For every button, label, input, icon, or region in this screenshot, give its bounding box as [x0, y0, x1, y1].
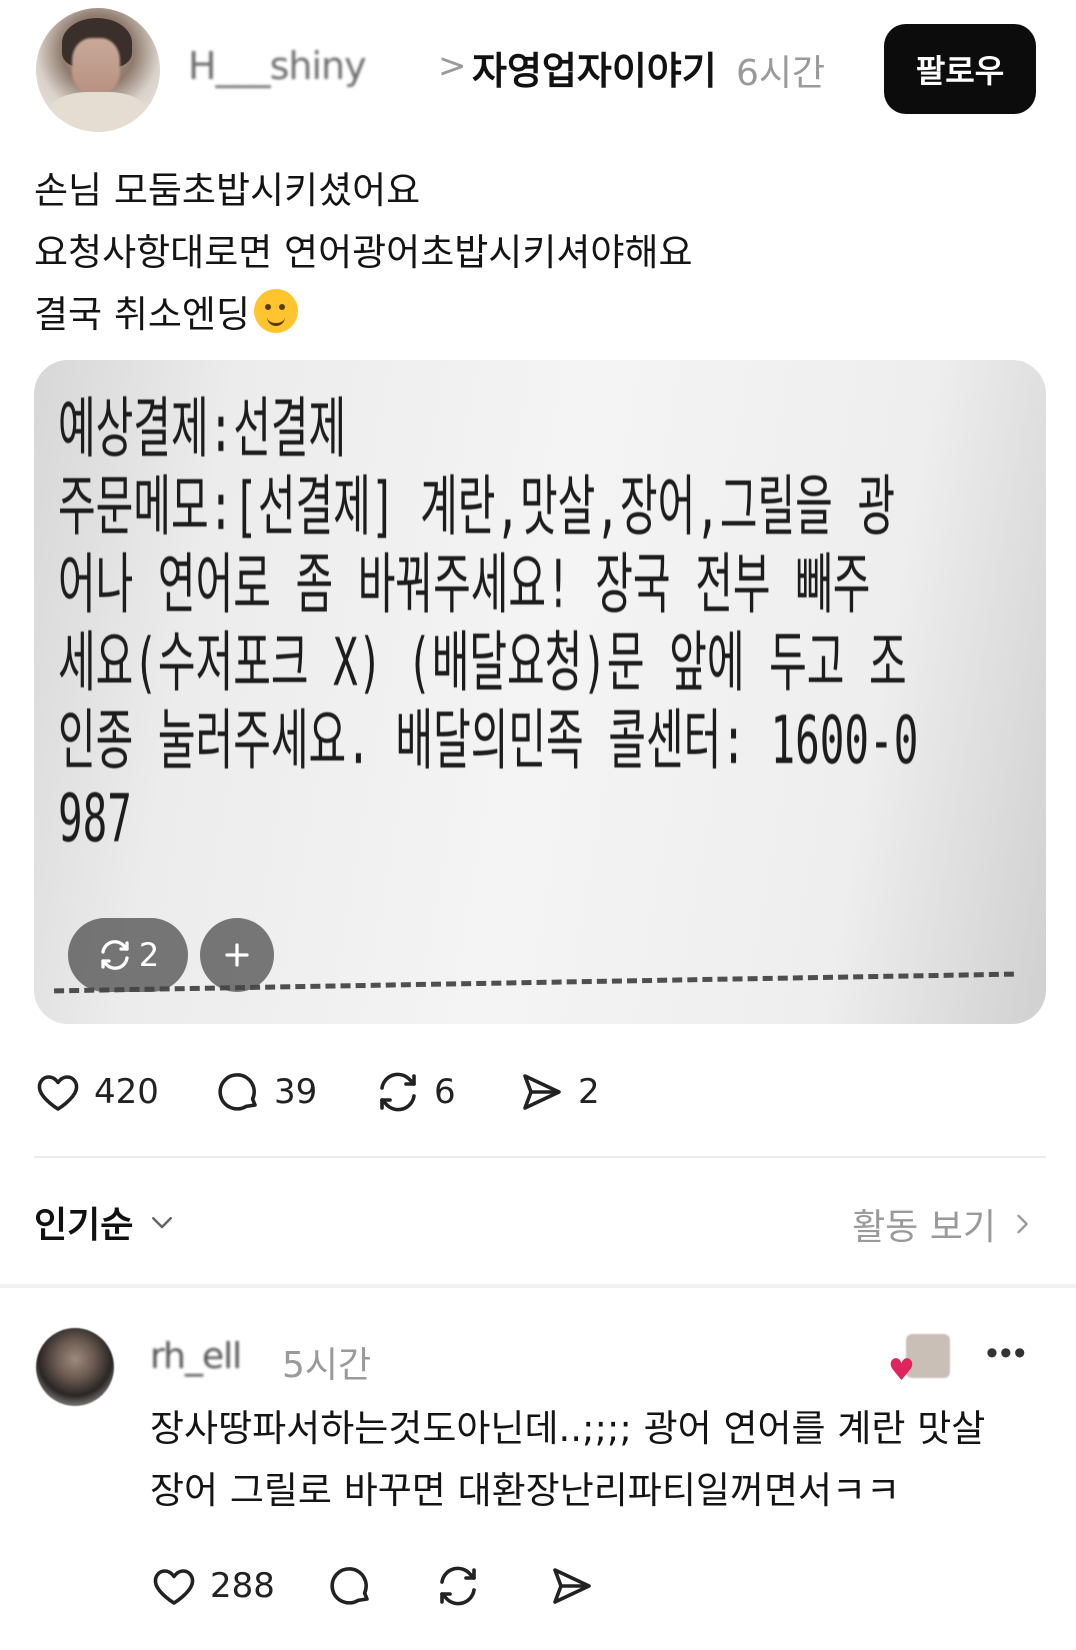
chevron-right-icon [1008, 1210, 1036, 1238]
divider [34, 1156, 1046, 1158]
follow-button[interactable]: 팔로우 [884, 24, 1036, 114]
post-text-line: 결국 취소엔딩 [34, 284, 1044, 346]
comment-actions: 288 [150, 1558, 750, 1614]
plus-icon [222, 940, 252, 970]
activity-label: 활동 보기 [852, 1207, 996, 1248]
post-time: 6시간 [736, 53, 826, 94]
receipt-tear-line [54, 971, 1014, 994]
repost-icon [374, 1068, 422, 1116]
repost-count: 6 [434, 1072, 456, 1112]
comment-body: 장사땅파서하는것도아닌데..;;;; 광어 연어를 계란 맛살 장어 그릴로 바… [150, 1398, 1050, 1522]
repost-icon [434, 1562, 482, 1610]
commenter-avatar[interactable] [36, 1328, 114, 1406]
receipt-line: 987 [58, 780, 132, 857]
topic-link[interactable]: 자영업자이야기 [472, 40, 717, 95]
send-icon [548, 1562, 596, 1610]
commenter-username[interactable]: rh_ell [150, 1336, 242, 1377]
post-header: H___shiny > 자영업자이야기 6시간 팔로우 [0, 0, 1076, 140]
receipt-line: 주문메모:[선결제] 계란,맛살,장어,그릴을 광 [58, 468, 896, 545]
comment-button[interactable]: 39 [214, 1064, 317, 1120]
image-add-button[interactable] [200, 918, 274, 992]
comment-reply-button[interactable] [326, 1558, 374, 1614]
melting-face-emoji-icon [254, 289, 299, 333]
post-actions: 420 39 6 2 [34, 1064, 734, 1120]
share-count: 2 [578, 1072, 600, 1112]
sort-dropdown[interactable]: 인기순 [34, 1196, 177, 1248]
section-divider [0, 1284, 1076, 1288]
chevron-down-icon [147, 1207, 177, 1237]
comment-time: 5시간 [282, 1345, 372, 1386]
image-counter-value: 2 [138, 936, 160, 974]
comment-bubble-icon [326, 1562, 374, 1610]
author-liked-badge: ♥ [888, 1334, 950, 1386]
breadcrumb-separator: > [438, 46, 467, 86]
receipt-line: 예상결제:선결제 [58, 390, 347, 467]
author-avatar[interactable] [36, 8, 160, 132]
repost-button[interactable]: 6 [374, 1064, 456, 1120]
comment-text-line: 장사땅파서하는것도아닌데..;;;; 광어 연어를 계란 맛살 [150, 1407, 986, 1450]
comment-repost-button[interactable] [434, 1558, 482, 1614]
share-button[interactable]: 2 [518, 1064, 600, 1120]
receipt-line: 어나 연어로 좀 바꿔주세요! 장국 전부 빼주 [58, 546, 871, 623]
comment-text-line: 장어 그릴로 바꾸면 대환장난리파티일꺼면서ㅋㅋ [150, 1469, 901, 1512]
more-options-button[interactable]: ••• [986, 1334, 1028, 1373]
receipt-line: 인종 눌러주세요. 배달의민족 콜센터: 1600-0 [58, 702, 919, 779]
author-username[interactable]: H___shiny [188, 44, 367, 88]
heart-filled-icon: ♥ [888, 1353, 915, 1388]
heart-icon [34, 1068, 82, 1116]
comment-like-button[interactable]: 288 [150, 1558, 275, 1614]
receipt-text: 예상결제:선결제 주문메모:[선결제] 계란,맛살,장어,그릴을 광 어나 연어… [58, 390, 918, 858]
heart-icon [150, 1562, 198, 1610]
post-text-line: 요청사항대로면 연어광어초밥시키셔야해요 [34, 231, 693, 274]
receipt-line: 세요(수저포크 X) (배달요청)문 앞에 두고 조 [58, 624, 907, 701]
comment-like-count: 288 [210, 1566, 275, 1606]
comment-count: 39 [274, 1072, 318, 1112]
like-count: 420 [94, 1072, 159, 1112]
image-repost-counter[interactable]: 2 [68, 918, 188, 992]
post-body: 손님 모둠초밥시키셨어요 요청사항대로면 연어광어초밥시키셔야해요 결국 취소엔… [34, 160, 1044, 346]
post-text-line: 손님 모둠초밥시키셨어요 [34, 169, 421, 212]
view-activity-link[interactable]: 활동 보기 [852, 1198, 1036, 1250]
send-icon [518, 1068, 566, 1116]
like-button[interactable]: 420 [34, 1064, 159, 1120]
post-image[interactable]: 예상결제:선결제 주문메모:[선결제] 계란,맛살,장어,그릴을 광 어나 연어… [34, 360, 1046, 1024]
comment-bubble-icon [214, 1068, 262, 1116]
repost-icon [97, 937, 133, 973]
sort-label: 인기순 [34, 1205, 134, 1246]
comment-share-button[interactable] [548, 1558, 596, 1614]
